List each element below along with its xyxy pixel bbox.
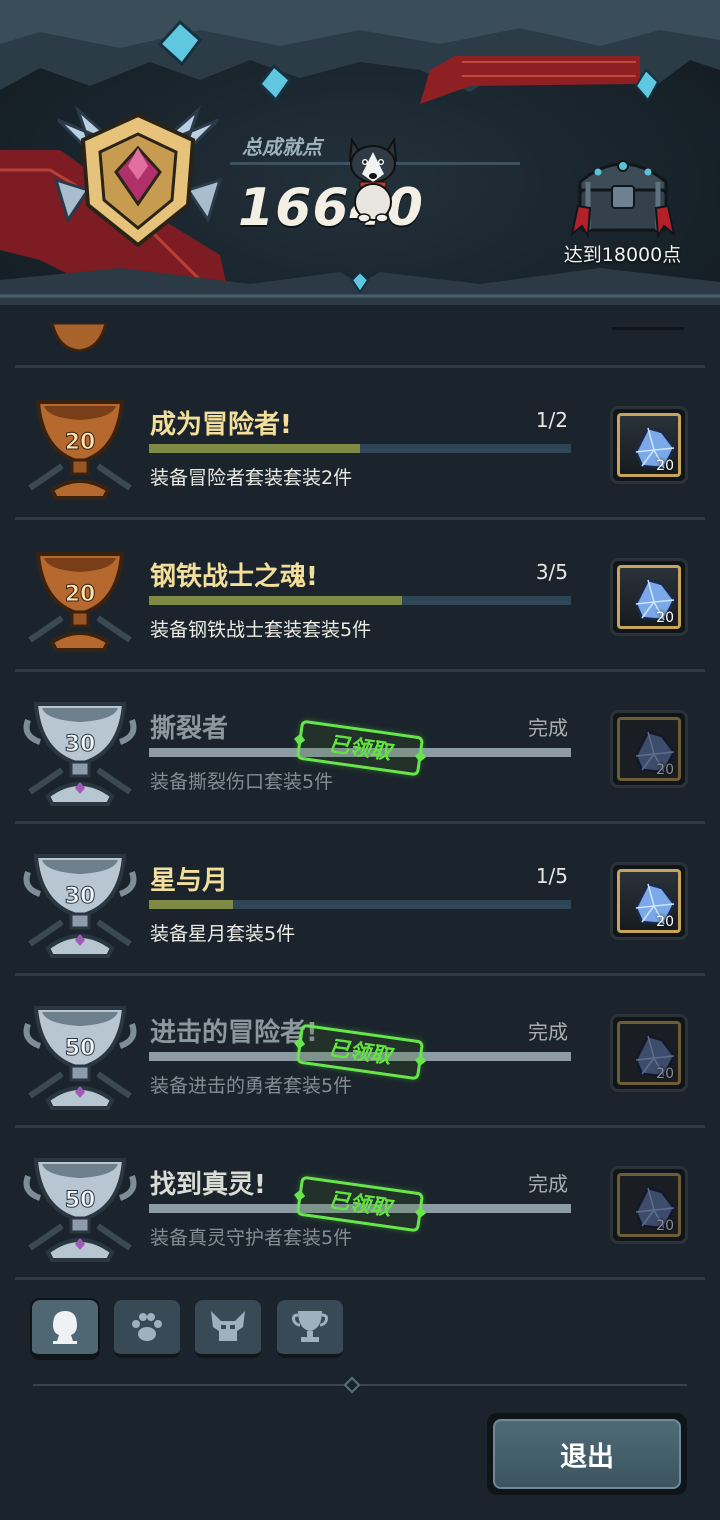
reward-slot: 20 [610, 1014, 688, 1092]
bronze-cup-icon: 20 [28, 552, 132, 652]
cup-points: 50 [65, 1188, 96, 1213]
achievement-row[interactable]: 20 成为冒险者! 1/2 装备冒险者套装套装2件 20 [0, 370, 720, 522]
achievement-row[interactable]: 50 找到真灵! 完成 装备真灵守护者套装5件 已领取 20 [0, 1130, 720, 1280]
silver-cup-icon: 50 [23, 1006, 137, 1110]
progress-fill [149, 596, 403, 605]
achievement-description: 装备钢铁战士套装套装5件 [150, 619, 372, 641]
achievement-title: 星与月 [150, 866, 229, 896]
reward-slot[interactable]: 20 [610, 406, 688, 484]
reward-quantity: 20 [656, 762, 674, 778]
paw-icon [132, 1313, 162, 1341]
achievement-row[interactable]: 50 进击的冒险者! 完成 装备进击的勇者套装5件 已领取 20 [0, 978, 720, 1130]
husky-pet-icon [348, 136, 398, 223]
achievement-crest-icon [53, 105, 223, 248]
achievement-description: 装备冒险者套装套装2件 [150, 467, 353, 489]
reward-quantity: 20 [656, 1066, 674, 1082]
row-separator [15, 517, 705, 520]
tab-monster[interactable] [195, 1300, 261, 1358]
progress-fill [149, 900, 234, 909]
reward-quantity: 20 [656, 1218, 674, 1234]
achievement-progress-count: 3/5 [535, 560, 568, 584]
cup-points: 30 [65, 884, 96, 909]
reward-slot: 20 [610, 710, 688, 788]
achievement-row[interactable]: 20 钢铁战士之魂! 3/5 装备钢铁战士套装套装5件 20 [0, 522, 720, 674]
silver-cup-icon: 50 [23, 1158, 137, 1262]
achievement-row[interactable]: 30 星与月 1/5 装备星月套装5件 20 [0, 826, 720, 978]
bottom-bar: 退出 [0, 1280, 720, 1520]
tab-pet[interactable] [114, 1300, 180, 1358]
achievement-description: 装备星月套装5件 [150, 923, 296, 945]
cup-points: 20 [65, 430, 96, 455]
achievement-description: 装备进击的勇者套装5件 [150, 1075, 353, 1097]
reward-slot: 20 [610, 1166, 688, 1244]
bronze-cup-icon [50, 323, 108, 353]
achievement-progress-bar [149, 900, 571, 909]
divider-ornament [343, 1376, 361, 1394]
row-separator [15, 1125, 705, 1128]
treasure-chest-icon[interactable] [568, 146, 678, 238]
cup-points: 50 [65, 1036, 96, 1061]
achievement-description: 装备真灵守护者套装5件 [150, 1227, 353, 1249]
row-separator [15, 821, 705, 824]
exit-button-label: 退出 [493, 1419, 681, 1489]
row-separator [15, 973, 705, 976]
bronze-cup-icon: 20 [28, 400, 132, 500]
reward-quantity: 20 [656, 914, 674, 930]
row-separator [15, 669, 705, 672]
silver-cup-icon: 30 [23, 702, 137, 806]
achievement-progress-bar [149, 596, 571, 605]
achievement-status: 完成 [528, 716, 568, 740]
tab-trophy[interactable] [277, 1300, 343, 1358]
tab-hero[interactable] [32, 1300, 98, 1358]
silver-cup-icon: 30 [23, 854, 137, 958]
achievement-title: 撕裂者 [150, 714, 229, 744]
hero-head-icon [53, 1311, 77, 1344]
reward-quantity: 20 [656, 458, 674, 474]
cup-points: 30 [65, 732, 96, 757]
achievement-description: 装备撕裂伤口套装5件 [150, 771, 334, 793]
monster-icon [211, 1311, 245, 1341]
total-points-label: 总成就点 [242, 135, 322, 159]
achievement-list[interactable]: 20 成为冒险者! 1/2 装备冒险者套装套装2件 20 20 钢铁战士之魂! … [0, 305, 720, 1280]
achievement-title: 找到真灵! [150, 1170, 266, 1200]
achievement-row[interactable]: 30 撕裂者 完成 装备撕裂伤口套装5件 已领取 20 [0, 674, 720, 826]
next-goal-label: 达到18000点 [563, 244, 682, 266]
achievement-status: 完成 [528, 1020, 568, 1044]
row-separator [15, 365, 705, 368]
achievement-progress-count: 1/5 [535, 864, 568, 888]
achievement-status: 完成 [528, 1172, 568, 1196]
cup-points: 20 [65, 582, 96, 607]
exit-button[interactable]: 退出 [487, 1413, 687, 1495]
achievement-title: 成为冒险者! [150, 410, 292, 440]
progress-fill [149, 444, 360, 453]
achievement-progress-bar [149, 444, 571, 453]
achievement-title: 钢铁战士之魂! [150, 562, 318, 592]
achievement-title: 进击的冒险者! [150, 1018, 318, 1048]
reward-slot-edge [612, 327, 684, 330]
reward-slot[interactable]: 20 [610, 862, 688, 940]
achievement-progress-count: 1/2 [535, 408, 568, 432]
reward-quantity: 20 [656, 610, 674, 626]
achievement-header: 总成就点 16640 达到18000点 [0, 0, 720, 305]
reward-slot[interactable]: 20 [610, 558, 688, 636]
trophy-icon [292, 1311, 328, 1342]
